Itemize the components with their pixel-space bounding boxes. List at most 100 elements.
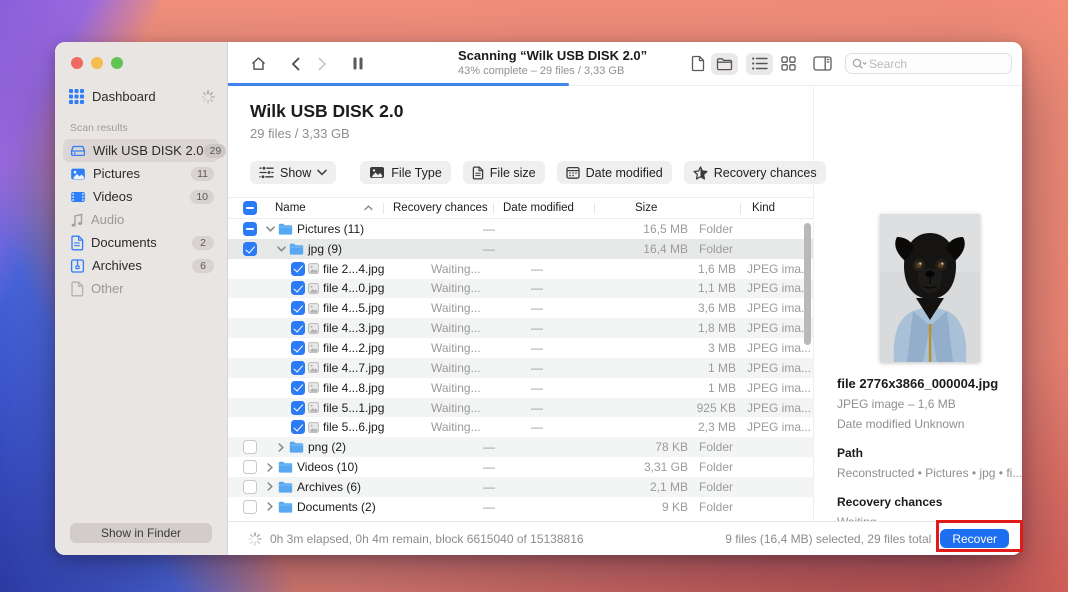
back-button[interactable] xyxy=(291,57,300,71)
other-icon xyxy=(70,281,84,297)
table-row-file-4-2-jpg[interactable]: file 4...2.jpgWaiting...—3 MBJPEG ima... xyxy=(228,338,813,358)
scan-title: Scanning “Wilk USB DISK 2.0” xyxy=(458,49,647,64)
row-name: png (2) xyxy=(308,440,346,454)
row-checkbox[interactable] xyxy=(291,361,305,375)
row-recovery-chances: Waiting... xyxy=(431,341,531,355)
row-checkbox[interactable] xyxy=(291,321,305,335)
filter-chip-date-modified[interactable]: Date modified xyxy=(557,161,672,184)
table-row-documents-2-[interactable]: Documents (2)—9 KBFolder xyxy=(228,497,813,517)
folder-icon xyxy=(289,243,304,255)
sidebar-item-archives[interactable]: Archives6 xyxy=(63,254,219,277)
select-all-checkbox[interactable] xyxy=(243,201,257,215)
file-view-button[interactable] xyxy=(691,55,705,72)
vertical-scrollbar[interactable] xyxy=(804,223,811,345)
sidebar-item-label: Archives xyxy=(92,258,142,273)
table-row-png-2-[interactable]: png (2)—78 KBFolder xyxy=(228,437,813,457)
folder-icon xyxy=(278,481,293,493)
column-header-size[interactable]: Size xyxy=(595,202,700,214)
row-size: 3,6 MB xyxy=(631,301,736,315)
row-checkbox[interactable] xyxy=(243,242,257,256)
toggle-preview-panel-button[interactable] xyxy=(813,56,832,71)
row-size: 1,1 MB xyxy=(631,281,736,295)
table-row-pictures-11-[interactable]: Pictures (11)—16,5 MBFolder xyxy=(228,219,813,239)
preview-date-modified: Date modified Unknown xyxy=(837,417,1022,431)
table-row-file-4-3-jpg[interactable]: file 4...3.jpgWaiting...—1,8 MBJPEG ima.… xyxy=(228,318,813,338)
forward-button[interactable] xyxy=(318,57,327,71)
show-in-finder-button[interactable]: Show in Finder xyxy=(70,523,212,543)
row-checkbox[interactable] xyxy=(243,500,257,514)
row-date-modified: — xyxy=(483,440,583,454)
sidebar-item-documents[interactable]: Documents2 xyxy=(63,231,219,254)
image-file-icon xyxy=(308,263,319,274)
home-button[interactable] xyxy=(250,56,267,72)
chevron-down-icon xyxy=(317,169,327,176)
row-kind: JPEG ima... xyxy=(736,341,813,355)
row-date-modified: — xyxy=(483,242,583,256)
sidebar-item-other[interactable]: Other xyxy=(63,277,219,300)
table-row-jpg-9-[interactable]: jpg (9)—16,4 MBFolder xyxy=(228,239,813,259)
table-row-file-4-7-jpg[interactable]: file 4...7.jpgWaiting...—1 MBJPEG ima... xyxy=(228,358,813,378)
row-checkbox[interactable] xyxy=(243,460,257,474)
row-checkbox[interactable] xyxy=(291,262,305,276)
disclosure-right-icon[interactable] xyxy=(265,463,275,472)
audio-icon xyxy=(70,212,84,228)
row-checkbox[interactable] xyxy=(291,281,305,295)
sidebar-item-badge: 2 xyxy=(192,236,214,250)
search-icon xyxy=(852,58,867,70)
table-row-file-5-1-jpg[interactable]: file 5...1.jpgWaiting...—925 KBJPEG ima.… xyxy=(228,398,813,418)
row-checkbox[interactable] xyxy=(291,301,305,315)
row-checkbox[interactable] xyxy=(243,222,257,236)
pause-scan-button[interactable] xyxy=(353,57,363,70)
zoom-window-button[interactable] xyxy=(111,57,123,69)
list-view-button[interactable] xyxy=(746,53,773,75)
sidebar-item-label: Audio xyxy=(91,212,124,227)
search-input[interactable] xyxy=(867,56,1005,72)
filter-chip-file-size[interactable]: File size xyxy=(463,161,545,184)
table-row-file-4-8-jpg[interactable]: file 4...8.jpgWaiting...—1 MBJPEG ima... xyxy=(228,378,813,398)
table-row-archives-6-[interactable]: Archives (6)—2,1 MBFolder xyxy=(228,477,813,497)
sidebar-item-pictures[interactable]: Pictures11 xyxy=(63,162,219,185)
row-checkbox[interactable] xyxy=(291,381,305,395)
pictures-icon xyxy=(70,166,86,182)
image-file-icon xyxy=(308,382,319,393)
row-date-modified: — xyxy=(531,321,631,335)
close-window-button[interactable] xyxy=(71,57,83,69)
table-row-file-4-0-jpg[interactable]: file 4...0.jpgWaiting...—1,1 MBJPEG ima.… xyxy=(228,279,813,299)
row-recovery-chances: Waiting... xyxy=(431,281,531,295)
sidebar-item-label: Videos xyxy=(93,189,133,204)
sidebar-item-label: Pictures xyxy=(93,166,140,181)
row-checkbox[interactable] xyxy=(243,480,257,494)
filter-chip-recovery-chances[interactable]: Recovery chances xyxy=(684,161,826,184)
sidebar-item-wilk-usb-disk-2-0[interactable]: Wilk USB DISK 2.029 xyxy=(63,139,219,162)
sidebar-item-dashboard[interactable]: Dashboard xyxy=(69,89,217,104)
minimize-window-button[interactable] xyxy=(91,57,103,69)
column-header-date-modified[interactable]: Date modified xyxy=(494,202,594,214)
row-checkbox[interactable] xyxy=(243,440,257,454)
column-header-kind[interactable]: Kind xyxy=(741,202,813,214)
column-header-recovery-chances[interactable]: Recovery chances xyxy=(384,202,493,214)
filter-chip-file-type[interactable]: File Type xyxy=(360,161,451,184)
sidebar-item-videos[interactable]: Videos10 xyxy=(63,185,219,208)
filter-chip-show[interactable]: Show xyxy=(250,161,336,184)
row-checkbox[interactable] xyxy=(291,401,305,415)
table-row-file-4-5-jpg[interactable]: file 4...5.jpgWaiting...—3,6 MBJPEG ima.… xyxy=(228,298,813,318)
dashboard-icon xyxy=(69,89,84,104)
row-checkbox[interactable] xyxy=(291,341,305,355)
annotation-highlight-recover xyxy=(936,520,1023,552)
row-name: Archives (6) xyxy=(297,480,361,494)
disclosure-right-icon[interactable] xyxy=(265,482,275,491)
row-checkbox[interactable] xyxy=(291,420,305,434)
disclosure-down-icon[interactable] xyxy=(276,246,286,252)
disclosure-right-icon[interactable] xyxy=(276,443,286,452)
table-row-file-5-6-jpg[interactable]: file 5...6.jpgWaiting...—2,3 MBJPEG ima.… xyxy=(228,417,813,437)
sidebar-item-audio[interactable]: Audio xyxy=(63,208,219,231)
search-field[interactable] xyxy=(845,53,1012,74)
grid-view-button[interactable] xyxy=(781,56,796,71)
disclosure-down-icon[interactable] xyxy=(265,226,275,232)
table-row-videos-10-[interactable]: Videos (10)—3,31 GBFolder xyxy=(228,457,813,477)
column-header-name[interactable]: Name xyxy=(257,202,383,214)
row-date-modified: — xyxy=(483,222,583,236)
disclosure-right-icon[interactable] xyxy=(265,502,275,511)
table-row-file-2-4-jpg[interactable]: file 2...4.jpgWaiting...—1,6 MBJPEG ima.… xyxy=(228,259,813,279)
folder-view-button[interactable] xyxy=(711,53,738,75)
